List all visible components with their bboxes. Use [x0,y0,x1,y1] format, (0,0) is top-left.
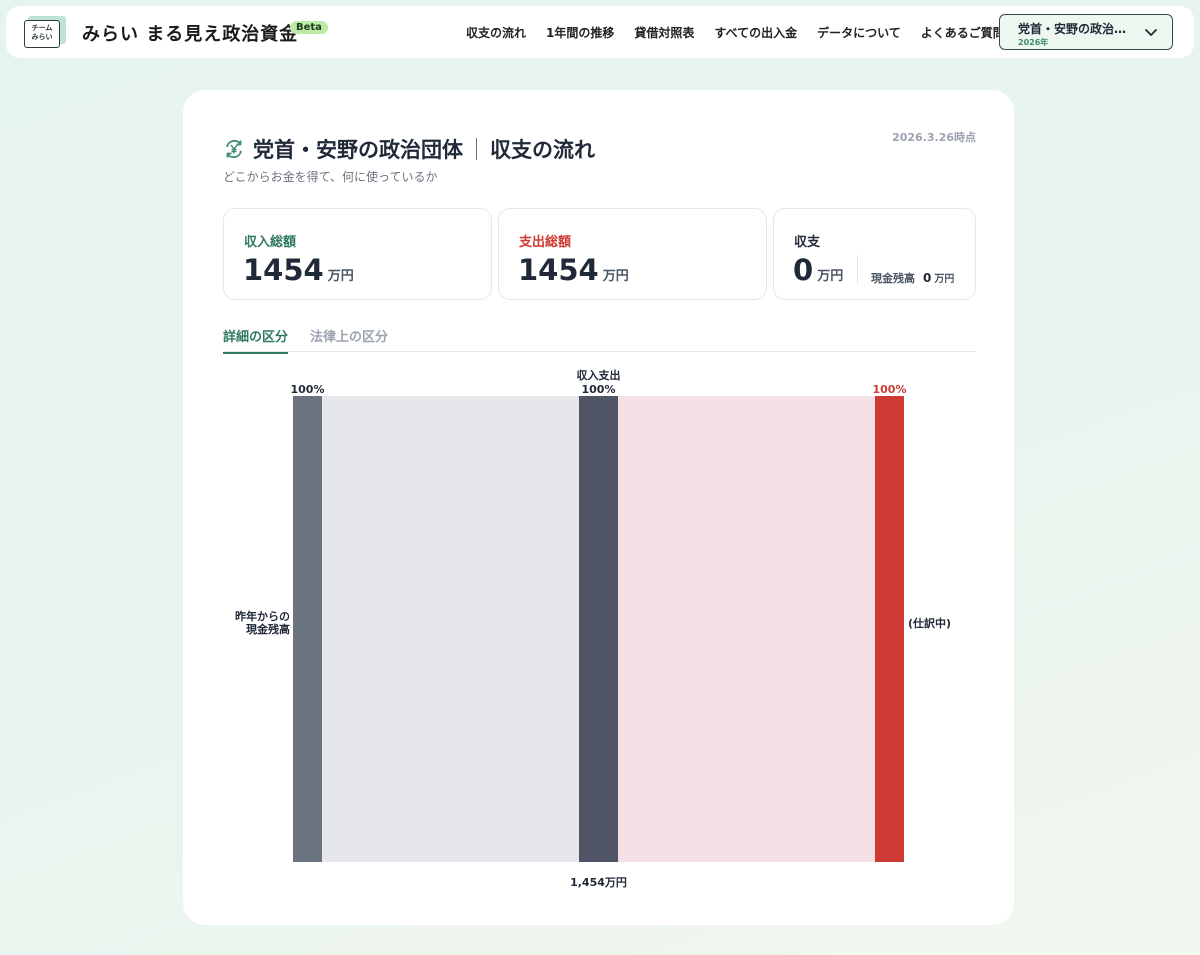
sankey-percent-label-carryover: 100% [291,383,325,396]
sankey-node-label-carryover-0: 昨年からの [235,609,290,623]
balance-card: 収支 0 万円 現金残高 0 万円 [773,208,976,300]
organization-name: 党首・安野の政治… [1018,22,1127,36]
cash-balance-value: 0 [923,271,932,285]
nav-item-about-data[interactable]: データについて [817,24,901,41]
sankey-node-label-total: 収入支出 [577,368,621,382]
expense-total-value: 1454 [518,253,599,287]
tab-legal-category[interactable]: 法律上の区分 [310,326,388,352]
income-total-label: 収入総額 [244,235,297,250]
organization-select[interactable]: 党首・安野の政治… 2026年 [999,14,1173,50]
nav-item-transactions[interactable]: すべての出入金 [714,24,797,41]
beta-badge: Beta [290,21,328,34]
yen-cycle-icon [226,139,242,159]
sankey-percent-label-total: 100% [582,383,616,396]
main-nav: 収支の流れ 1年間の推移 貸借対照表 すべての出入金 データについて よくあるご… [466,24,1025,41]
sankey-link-total-to-pending [618,396,875,862]
nav-item-trend[interactable]: 1年間の推移 [546,24,614,41]
sankey-node-pending [875,396,904,862]
sankey-percent-label-pending: 100% [873,383,907,396]
expense-total-card: 支出総額 1454 万円 [498,208,767,300]
data-timestamp: 2026.3.26時点 [892,131,976,144]
page-subtitle: どこからお金を得て、何に使っているか [223,170,438,184]
balance-value: 0 [793,253,814,287]
logo-line-2: みらい [31,33,53,41]
chevron-down-icon [1145,29,1157,36]
category-tabs: 詳細の区分 法律上の区分 [223,326,976,354]
sankey-node-label-carryover-1: 現金残高 [246,622,290,636]
income-total-value: 1454 [243,253,324,287]
balance-label: 収支 [794,235,821,250]
nav-item-faq[interactable]: よくあるご質問 [921,24,1005,41]
logo-line-1: チーム [31,24,53,32]
nav-item-balance-sheet[interactable]: 貸借対照表 [634,24,694,41]
cash-balance-row: 現金残高 0 万円 [871,270,954,286]
logo-front-card: チーム みらい [24,20,60,48]
income-total-value-row: 1454 万円 [243,253,354,287]
expense-total-unit: 万円 [602,269,629,284]
flow-card: 党首・安野の政治団体 収支の流れ どこからお金を得て、何に使っているか 2026… [183,90,1014,925]
income-total-card: 収入総額 1454 万円 [223,208,492,300]
expense-total-label: 支出総額 [519,235,572,250]
nav-item-flow[interactable]: 収支の流れ [466,24,526,41]
team-mirai-logo[interactable]: チーム みらい [24,16,66,48]
organization-year: 2026年 [1018,38,1049,47]
site-header: チーム みらい みらい まる見え政治資金 Beta 収支の流れ 1年間の推移 貸… [6,6,1194,58]
sankey-node-carryover [293,396,322,862]
expense-total-value-row: 1454 万円 [518,253,629,287]
page-title: 党首・安野の政治団体 [253,138,463,162]
sankey-node-total [579,396,618,862]
sankey-link-carryover-to-total [322,396,579,862]
sankey-value-label-total: 1,454万円 [570,876,627,889]
income-total-unit: 万円 [327,269,354,284]
page-title-row: 党首・安野の政治団体 収支の流れ [223,134,595,164]
cash-balance-label: 現金残高 [871,272,915,285]
flow-sankey-chart: 100%昨年からの現金残高100%収入支出1,454万円100%(仕訳中) [235,368,951,889]
site-title[interactable]: みらい まる見え政治資金 [82,20,298,46]
title-divider [476,138,477,160]
sankey-node-label-pending-0: (仕訳中) [908,616,951,630]
balance-divider [857,255,858,285]
cash-balance-unit: 万円 [934,274,955,285]
balance-value-row: 0 万円 [793,253,843,287]
section-title: 収支の流れ [490,138,595,162]
balance-unit: 万円 [817,269,844,284]
tab-detailed-category[interactable]: 詳細の区分 [223,326,289,354]
